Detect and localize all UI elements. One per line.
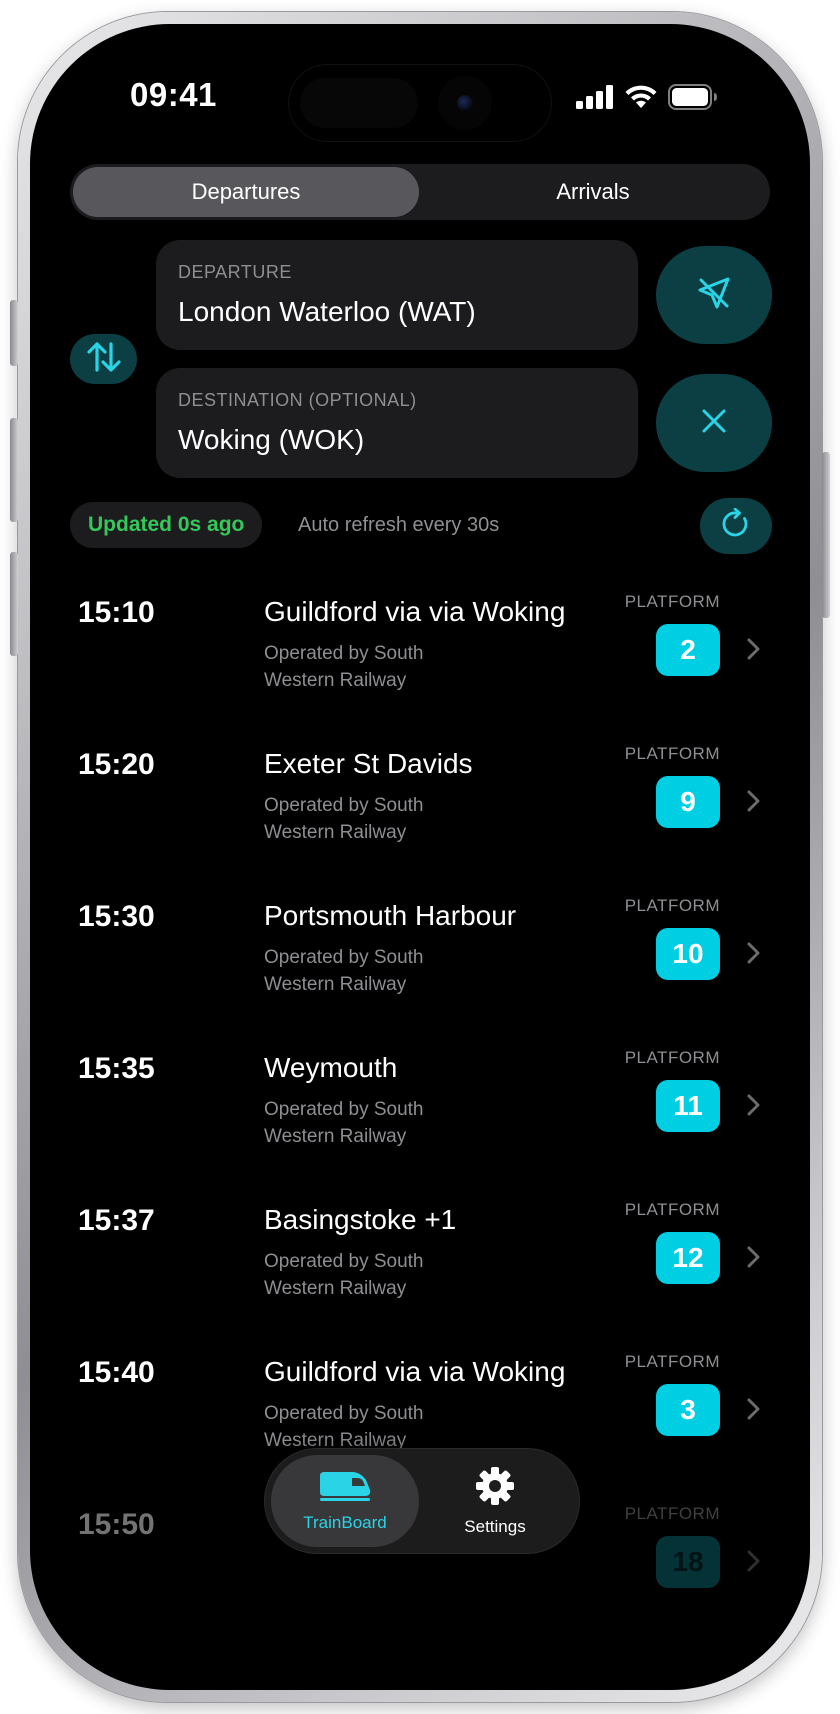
tab-departures[interactable]: Departures: [73, 167, 419, 217]
departure-field[interactable]: DEPARTURE London Waterloo (WAT): [156, 240, 638, 350]
platform-badge: 18: [656, 1536, 720, 1588]
clear-destination-button[interactable]: [656, 374, 772, 472]
departure-operator: Operated by South Western Railway: [264, 947, 424, 995]
platform-label: PLATFORM: [624, 592, 720, 611]
auto-refresh-text: Auto refresh every 30s: [298, 514, 500, 536]
platform-label: PLATFORM: [624, 1352, 720, 1371]
platform-label: PLATFORM: [624, 1504, 720, 1523]
departure-time: 15:30: [78, 900, 155, 933]
departure-destination: Guildford via via Woking: [264, 596, 566, 627]
chevron-right-icon: [747, 790, 760, 812]
departure-label: DEPARTURE: [178, 262, 292, 282]
departure-operator: Operated by South Western Railway: [264, 1251, 424, 1299]
departure-destination: Portsmouth Harbour: [264, 900, 517, 931]
location-button[interactable]: [656, 246, 772, 344]
departure-row[interactable]: 15:35 Weymouth Operated by South Western…: [30, 1040, 810, 1190]
platform-label: PLATFORM: [624, 1200, 720, 1219]
tab-trainboard-label: TrainBoard: [303, 1512, 387, 1532]
updated-status-badge: Updated 0s ago: [70, 502, 263, 548]
departure-time: 15:20: [78, 748, 155, 781]
destination-value: Woking (WOK): [178, 424, 365, 455]
chevron-right-icon: [747, 1550, 760, 1572]
battery-icon: [668, 83, 718, 115]
chevron-right-icon: [747, 1094, 760, 1116]
refresh-button[interactable]: [700, 498, 772, 554]
departure-destination: Guildford via via Woking: [264, 1356, 566, 1387]
departure-time: 15:40: [78, 1356, 155, 1389]
destination-label: DESTINATION (OPTIONAL): [178, 390, 417, 410]
departure-time: 15:10: [78, 596, 155, 629]
platform-label: PLATFORM: [624, 744, 720, 763]
status-time: 09:41: [130, 76, 217, 113]
departures-arrivals-toggle: Departures Arrivals: [70, 164, 770, 220]
refresh-icon: [720, 507, 752, 545]
dynamic-island: [288, 64, 552, 142]
volume-down-button: [10, 552, 18, 656]
tab-trainboard[interactable]: TrainBoard: [271, 1455, 419, 1547]
chevron-right-icon: [747, 942, 760, 964]
departure-row[interactable]: 15:30 Portsmouth Harbour Operated by Sou…: [30, 888, 810, 1038]
chevron-right-icon: [747, 1398, 760, 1420]
platform-badge: 11: [656, 1080, 720, 1132]
platform-badge: 2: [656, 624, 720, 676]
platform-badge: 10: [656, 928, 720, 980]
signal-icon: [576, 84, 614, 114]
destination-field[interactable]: DESTINATION (OPTIONAL) Woking (WOK): [156, 368, 638, 478]
departure-destination: Basingstoke +1: [264, 1204, 457, 1235]
departure-operator: Operated by South Western Railway: [264, 643, 424, 691]
platform-label: PLATFORM: [624, 896, 720, 915]
departure-time: 15:37: [78, 1204, 155, 1237]
departure-operator: Operated by South Western Railway: [264, 1403, 424, 1451]
departure-row[interactable]: 15:20 Exeter St Davids Operated by South…: [30, 736, 810, 886]
departure-destination: Exeter St Davids: [264, 748, 473, 779]
platform-badge: 12: [656, 1232, 720, 1284]
train-icon: [318, 1470, 372, 1507]
departure-row[interactable]: 15:10 Guildford via via Woking Operated …: [30, 584, 810, 734]
tab-settings[interactable]: Settings: [421, 1455, 569, 1547]
tab-settings-label: Settings: [464, 1516, 526, 1536]
chevron-right-icon: [747, 638, 760, 660]
tab-arrivals[interactable]: Arrivals: [419, 167, 767, 217]
departure-row[interactable]: 15:37 Basingstoke +1 Operated by South W…: [30, 1192, 810, 1342]
volume-up-button: [10, 418, 18, 522]
departure-operator: Operated by South Western Railway: [264, 1099, 424, 1147]
departure-time: 15:50: [78, 1508, 155, 1541]
platform-badge: 9: [656, 776, 720, 828]
departure-operator: Operated by South Western Railway: [264, 795, 424, 843]
front-camera: [438, 76, 492, 130]
platform-label: PLATFORM: [624, 1048, 720, 1067]
chevron-right-icon: [747, 1246, 760, 1268]
gear-icon: [475, 1466, 515, 1511]
screen: 09:41 Departures Arrivals DEPARTURE Lond…: [30, 24, 810, 1690]
departure-destination: Weymouth: [264, 1052, 398, 1083]
status-icons: [576, 83, 718, 115]
close-icon: [699, 406, 729, 441]
swap-stations-button[interactable]: [70, 334, 137, 384]
tab-bar: TrainBoard Settings: [264, 1448, 580, 1554]
location-off-icon: [693, 272, 735, 319]
power-button: [822, 452, 830, 618]
action-button: [10, 300, 18, 366]
wifi-icon: [624, 84, 658, 115]
departure-time: 15:35: [78, 1052, 155, 1085]
swap-icon: [86, 340, 122, 379]
departure-value: London Waterloo (WAT): [178, 296, 476, 327]
platform-badge: 3: [656, 1384, 720, 1436]
